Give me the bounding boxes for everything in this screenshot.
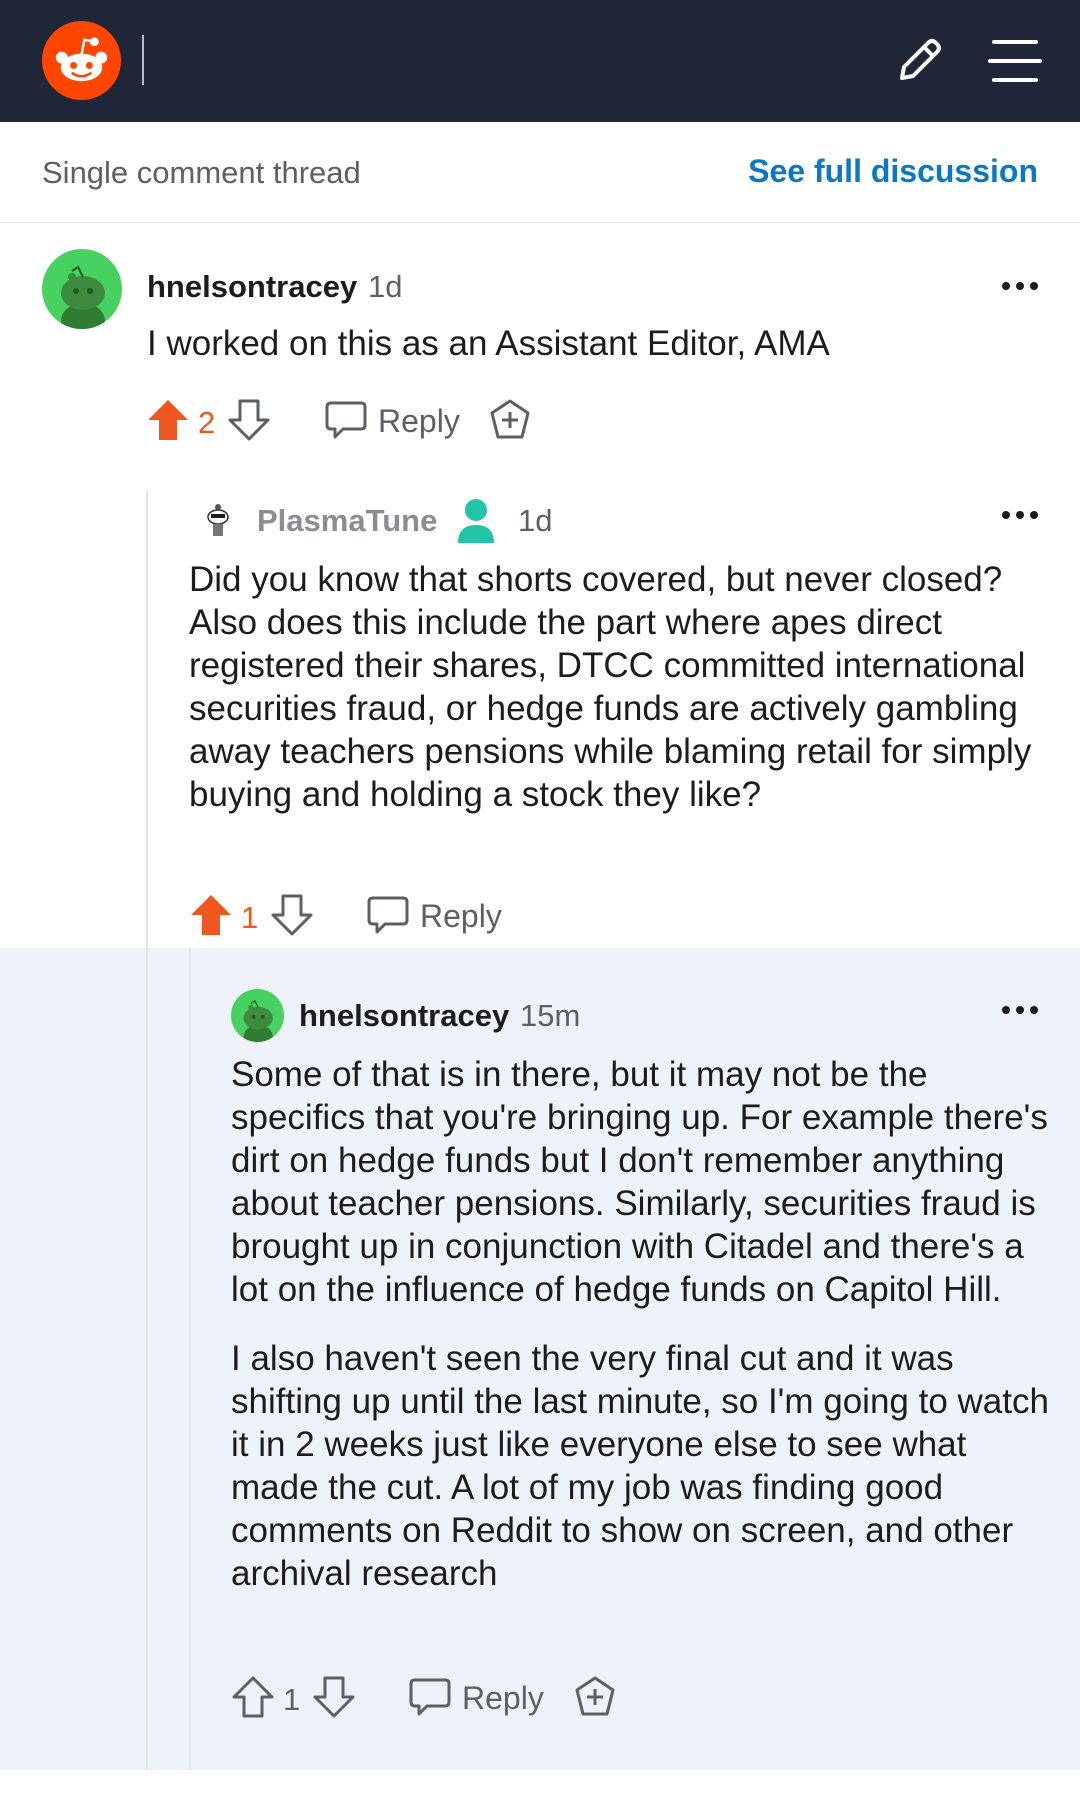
more-options-icon[interactable]	[1000, 1004, 1040, 1016]
reddit-logo-icon[interactable]	[42, 21, 121, 100]
comment-timestamp: 1d	[518, 503, 553, 538]
comment-username[interactable]: hnelsontracey	[147, 269, 357, 305]
snoo-avatar-icon	[207, 504, 229, 536]
snoo-avatar-icon	[61, 265, 105, 329]
downvote-icon[interactable]	[312, 1675, 356, 1719]
logo-divider	[142, 35, 144, 85]
reply-icon[interactable]	[325, 400, 367, 440]
comment-timestamp: 1d	[368, 269, 403, 304]
comment-paragraph: Did you know that shorts covered, but ne…	[189, 560, 1032, 814]
pencil-icon[interactable]	[888, 30, 950, 92]
reply-button[interactable]: Reply	[462, 1680, 544, 1717]
avatar[interactable]	[231, 989, 284, 1042]
reply-button[interactable]: Reply	[420, 898, 502, 935]
award-icon[interactable]	[489, 399, 531, 441]
more-options-icon[interactable]	[1000, 509, 1040, 521]
comment-body: I worked on this as an Assistant Editor,…	[147, 322, 1047, 365]
thread-subheader: Single comment thread See full discussio…	[0, 122, 1080, 223]
vote-score: 2	[198, 405, 216, 440]
comment-timestamp: 15m	[520, 998, 581, 1033]
comment-username[interactable]: PlasmaTune	[257, 503, 437, 539]
downvote-icon[interactable]	[227, 398, 271, 442]
comment-paragraph: Some of that is in there, but it may not…	[231, 1055, 1048, 1309]
comment-paragraph: I also haven't seen the very final cut a…	[231, 1339, 1049, 1593]
user-status-icon	[458, 499, 494, 543]
reply-icon[interactable]	[367, 895, 409, 935]
thread-line	[146, 490, 148, 1770]
downvote-icon[interactable]	[270, 893, 314, 937]
comment-body: Some of that is in there, but it may not…	[231, 1053, 1051, 1595]
reply-icon[interactable]	[409, 1677, 451, 1717]
reply-button[interactable]: Reply	[378, 403, 460, 440]
top-navigation-bar	[0, 0, 1080, 122]
snoo-avatar-icon	[243, 999, 273, 1042]
vote-score: 1	[241, 900, 259, 935]
see-full-discussion-link[interactable]: See full discussion	[748, 153, 1038, 190]
vote-score: 1	[283, 1682, 301, 1717]
thread-type-label: Single comment thread	[42, 155, 361, 190]
comment-body: Did you know that shorts covered, but ne…	[189, 558, 1049, 816]
upvote-icon[interactable]	[231, 1675, 275, 1719]
upvote-icon[interactable]	[189, 893, 233, 937]
upvote-icon[interactable]	[146, 398, 190, 442]
thread-line	[189, 948, 191, 1770]
comment-username[interactable]: hnelsontracey	[299, 998, 509, 1034]
avatar[interactable]	[200, 502, 236, 538]
hamburger-menu-icon[interactable]	[984, 30, 1046, 92]
comment-paragraph: I worked on this as an Assistant Editor,…	[147, 324, 830, 363]
more-options-icon[interactable]	[1000, 280, 1040, 292]
avatar[interactable]	[42, 249, 122, 329]
award-icon[interactable]	[574, 1676, 616, 1718]
